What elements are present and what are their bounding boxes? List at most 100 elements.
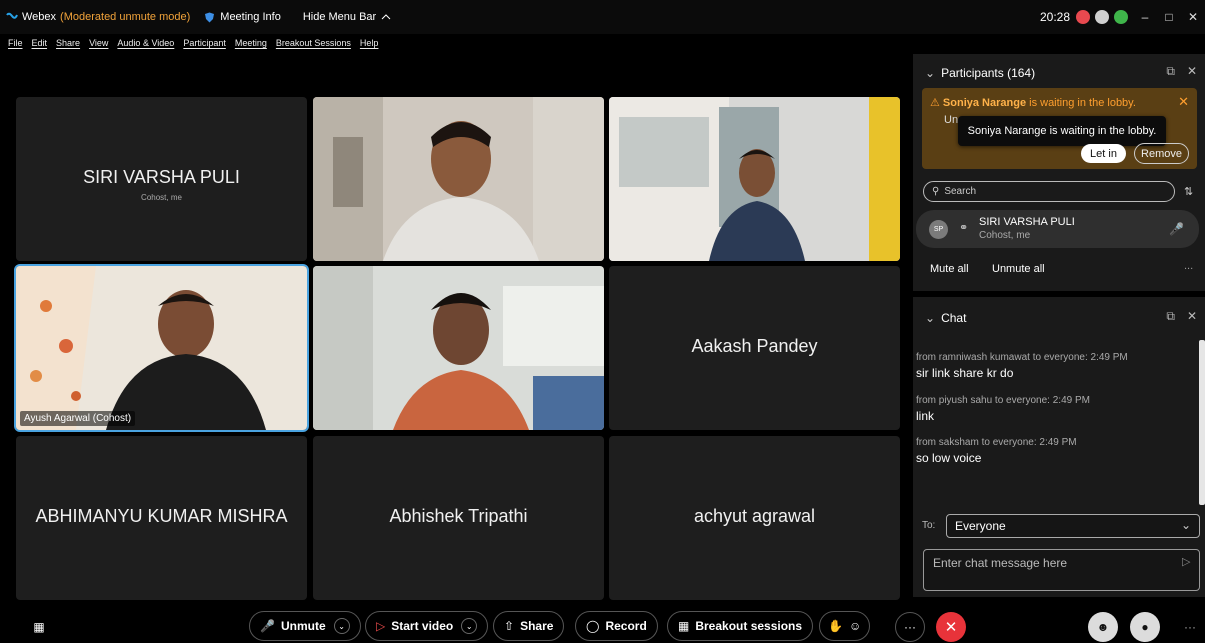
menu-participant[interactable]: Participant xyxy=(183,38,226,48)
chat-message-text: sir link share kr do xyxy=(916,366,1014,380)
start-video-button[interactable]: ▷ Start video ⌄ xyxy=(365,611,489,641)
share-icon: ⇧ xyxy=(504,619,515,633)
network-status-icon[interactable] xyxy=(1114,10,1128,24)
participant-row-role: Cohost, me xyxy=(979,230,1031,241)
muted-mic-icon[interactable]: 🎤 xyxy=(1169,222,1184,236)
search-placeholder: Search xyxy=(944,186,977,197)
participant-name: Aakash Pandey xyxy=(691,336,818,356)
video-feed-image xyxy=(313,266,604,430)
dismiss-lobby-close-icon[interactable]: ✕ xyxy=(1178,94,1189,110)
title-bar: Webex (Moderated unmute mode) Meeting In… xyxy=(0,0,1205,34)
menu-audio-video[interactable]: Audio & Video xyxy=(117,38,174,48)
participants-panel-button[interactable]: ☻ xyxy=(1088,612,1118,642)
send-icon[interactable]: ▷ xyxy=(1182,555,1190,568)
video-tile-ayush-agarwal[interactable]: Ayush Agarwal (Cohost) xyxy=(14,264,309,432)
let-in-button[interactable]: Let in xyxy=(1081,144,1126,163)
recipient-value: Everyone xyxy=(955,519,1006,533)
menu-share[interactable]: Share xyxy=(56,38,80,48)
shield-icon xyxy=(205,12,215,22)
webex-logo-icon xyxy=(6,12,18,19)
muted-mic-icon: 🎤 xyxy=(260,619,275,633)
share-button[interactable]: ⇧ Share xyxy=(493,611,565,641)
chat-panel-button[interactable]: ● xyxy=(1130,612,1160,642)
menu-help[interactable]: Help xyxy=(360,38,379,48)
chevron-down-icon[interactable]: ⌄ xyxy=(461,618,478,634)
chat-title: Chat xyxy=(941,311,967,325)
video-off-icon: ▷ xyxy=(376,619,386,633)
video-tile-abhimanyu-kumar-mishra[interactable]: ABHIMANYU KUMAR MISHRA xyxy=(16,436,307,600)
participant-row-name: SIRI VARSHA PULI xyxy=(979,216,1075,228)
participants-header[interactable]: ⌄ Participants (164) xyxy=(925,66,1035,80)
chat-message: from piyush sahu to everyone: 2:49 PM li… xyxy=(916,395,1186,423)
chevron-down-icon[interactable]: ⌄ xyxy=(333,618,350,634)
chat-message: from ramniwash kumawat to everyone: 2:49… xyxy=(916,352,1186,380)
menu-breakout-sessions[interactable]: Breakout Sessions xyxy=(276,38,351,48)
share-label: Share xyxy=(520,619,554,633)
participant-search-input[interactable]: ⚲ Search xyxy=(923,181,1175,202)
video-tile-camera-2[interactable] xyxy=(313,97,604,261)
lobby-tooltip: Soniya Narange is waiting in the lobby. xyxy=(958,116,1166,146)
unmute-all-button[interactable]: Unmute all xyxy=(992,263,1045,275)
maximize-button[interactable]: □ xyxy=(1157,10,1181,24)
participant-name: Abhishek Tripathi xyxy=(389,506,528,526)
chat-message-sender: from saksham to everyone: 2:49 PM xyxy=(916,437,1077,448)
sort-icon[interactable]: ⇅ xyxy=(1184,185,1193,198)
popout-icon[interactable]: ⧉ xyxy=(1166,64,1175,78)
popout-icon[interactable]: ⧉ xyxy=(1166,309,1175,323)
raise-hand-icon[interactable]: ✋ xyxy=(828,619,843,633)
video-tile-abhishek-tripathi[interactable]: Abhishek Tripathi xyxy=(313,436,604,600)
recipient-select[interactable]: Everyone ⌄ xyxy=(946,514,1200,538)
end-call-button[interactable]: ✕ xyxy=(936,612,966,642)
close-icon[interactable]: ✕ xyxy=(1187,64,1197,78)
clock: 20:28 xyxy=(1039,10,1070,24)
more-options-button[interactable]: ··· xyxy=(895,612,925,642)
unmute-button[interactable]: 🎤 Unmute ⌄ xyxy=(249,611,361,641)
close-icon[interactable]: ✕ xyxy=(1187,309,1197,323)
chevron-down-icon[interactable]: ⌄ xyxy=(925,66,935,80)
menu-view[interactable]: View xyxy=(89,38,108,48)
lobby-partial-text: Un xyxy=(944,114,959,126)
headset-icon: ⚭ xyxy=(959,222,969,234)
video-feed-image xyxy=(609,97,900,261)
mute-all-button[interactable]: Mute all xyxy=(930,263,969,275)
minimize-button[interactable]: – xyxy=(1133,10,1157,24)
menu-file[interactable]: File xyxy=(8,38,23,48)
remove-button[interactable]: Remove xyxy=(1134,143,1189,164)
participant-row-siri-varsha-puli[interactable]: SP ⚭ SIRI VARSHA PULI Cohost, me 🎤 xyxy=(916,210,1199,248)
participants-more-button[interactable]: ... xyxy=(1184,260,1193,272)
record-icon: ◯ xyxy=(586,619,600,633)
chevron-down-icon[interactable]: ⌄ xyxy=(925,311,935,325)
chat-scrollbar[interactable] xyxy=(1199,340,1205,505)
menu-edit[interactable]: Edit xyxy=(32,38,48,48)
video-tile-aakash-pandey[interactable]: Aakash Pandey xyxy=(609,266,900,430)
video-tile-achyut-agrawal[interactable]: achyut agrawal xyxy=(609,436,900,600)
more-panels-button[interactable]: ··· xyxy=(1175,612,1205,642)
menu-meeting[interactable]: Meeting xyxy=(235,38,267,48)
breakout-sessions-button[interactable]: ▦ Breakout sessions xyxy=(667,611,814,641)
search-icon: ⚲ xyxy=(932,186,940,197)
video-tile-siri-varsha-puli[interactable]: SIRI VARSHA PULI Cohost, me xyxy=(16,97,307,261)
chat-input-placeholder: Enter chat message here xyxy=(933,556,1068,570)
chevron-up-icon[interactable] xyxy=(381,12,391,22)
chat-message-sender: from piyush sahu to everyone: 2:49 PM xyxy=(916,395,1090,406)
chat-message: from saksham to everyone: 2:49 PM so low… xyxy=(916,437,1186,465)
titlebar-right: 20:28 – □ ✕ xyxy=(1040,0,1205,34)
close-window-button[interactable]: ✕ xyxy=(1181,10,1205,24)
start-video-label: Start video xyxy=(391,619,454,633)
breakout-label: Breakout sessions xyxy=(695,619,803,633)
hide-menu-bar-button[interactable]: Hide Menu Bar xyxy=(303,11,376,23)
video-tile-camera-5[interactable] xyxy=(313,266,604,430)
reactions-button[interactable]: ✋ ☺ xyxy=(819,611,871,641)
captions-icon[interactable]: ▦ xyxy=(25,612,53,642)
settings-status-icon[interactable] xyxy=(1095,10,1109,24)
emoji-icon[interactable]: ☺ xyxy=(849,619,861,633)
record-status-icon[interactable] xyxy=(1076,10,1090,24)
meeting-info-button[interactable]: Meeting Info xyxy=(220,11,281,23)
unmute-mode-label: (Moderated unmute mode) xyxy=(60,11,191,23)
chat-message-input[interactable]: Enter chat message here xyxy=(923,549,1200,591)
participants-title: Participants (164) xyxy=(941,66,1036,80)
lobby-person-name: Soniya Narange xyxy=(942,97,1027,109)
chat-header[interactable]: ⌄ Chat xyxy=(925,311,966,325)
video-tile-camera-3[interactable] xyxy=(609,97,900,261)
record-button[interactable]: ◯ Record xyxy=(575,611,658,641)
